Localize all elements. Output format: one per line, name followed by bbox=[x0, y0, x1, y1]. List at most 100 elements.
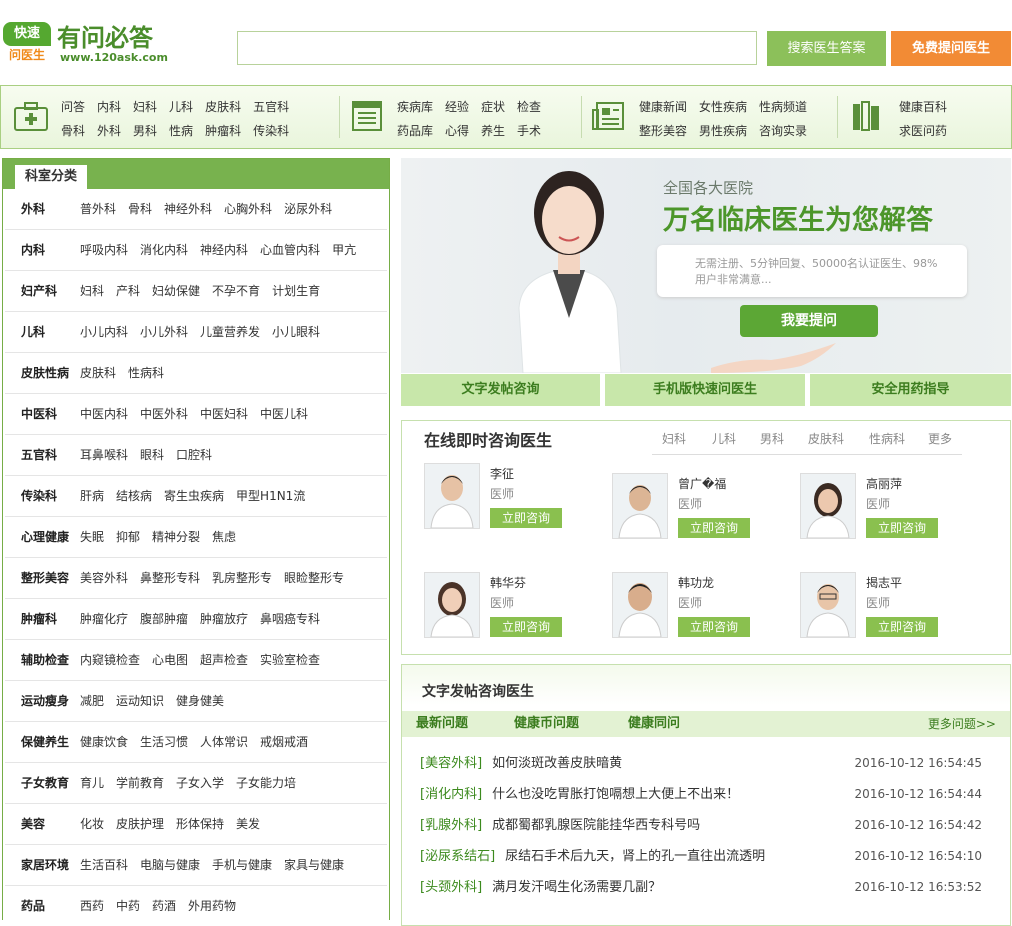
department-category[interactable]: 外科 bbox=[21, 189, 45, 229]
department-subcategory-link[interactable]: 化妆 bbox=[80, 817, 104, 831]
department-subcategory-link[interactable]: 失眠 bbox=[80, 530, 104, 544]
department-subcategory-link[interactable]: 实验室检查 bbox=[260, 653, 320, 667]
tab-coin-questions[interactable]: 健康币问题 bbox=[514, 711, 579, 737]
department-subcategory-link[interactable]: 儿童营养发 bbox=[200, 325, 260, 339]
department-subcategory-link[interactable]: 神经内科 bbox=[200, 243, 248, 257]
nav-link[interactable]: 男性疾病 bbox=[699, 121, 747, 145]
department-subcategory-link[interactable]: 心血管内科 bbox=[260, 243, 320, 257]
nav-link[interactable]: 症状 bbox=[481, 97, 505, 121]
department-subcategory-link[interactable]: 中医儿科 bbox=[260, 407, 308, 421]
ask-question-button[interactable]: 我要提问 bbox=[740, 305, 878, 337]
nav-link[interactable]: 养生 bbox=[481, 121, 505, 145]
department-subcategory-link[interactable]: 育儿 bbox=[80, 776, 104, 790]
department-subcategory-link[interactable]: 计划生育 bbox=[272, 284, 320, 298]
department-subcategory-link[interactable]: 中药 bbox=[116, 899, 140, 913]
department-category[interactable]: 妇产科 bbox=[21, 271, 57, 311]
nav-link[interactable]: 咨询实录 bbox=[759, 121, 807, 145]
department-subcategory-link[interactable]: 消化内科 bbox=[140, 243, 188, 257]
consult-now-button[interactable]: 立即咨询 bbox=[866, 617, 938, 637]
department-subcategory-link[interactable]: 减肥 bbox=[80, 694, 104, 708]
tab-gynecology[interactable]: 妇科 bbox=[662, 430, 686, 447]
nav-link[interactable]: 药品库 bbox=[397, 121, 433, 145]
department-subcategory-link[interactable]: 生活百科 bbox=[80, 858, 128, 872]
department-subcategory-link[interactable]: 眼科 bbox=[140, 448, 164, 462]
department-category[interactable]: 运动瘦身 bbox=[21, 681, 69, 721]
nav-link[interactable]: 手术 bbox=[517, 121, 541, 145]
question-title-link[interactable]: 满月发汗喝生化汤需要几副？ bbox=[492, 880, 661, 895]
consult-now-button[interactable]: 立即咨询 bbox=[490, 508, 562, 528]
nav-link[interactable]: 健康新闻 bbox=[639, 97, 687, 121]
department-subcategory-link[interactable]: 鼻整形专科 bbox=[140, 571, 200, 585]
consult-now-button[interactable]: 立即咨询 bbox=[678, 518, 750, 538]
consult-now-button[interactable]: 立即咨询 bbox=[866, 518, 938, 538]
nav-link[interactable]: 健康百科 bbox=[899, 97, 947, 121]
tab-latest-questions[interactable]: 最新问题 bbox=[416, 711, 468, 737]
question-title-link[interactable]: 尿结石手术后九天，肾上的孔一直往出流透明 bbox=[505, 849, 765, 864]
department-subcategory-link[interactable]: 肿瘤化疗 bbox=[80, 612, 128, 626]
department-subcategory-link[interactable]: 健康饮食 bbox=[80, 735, 128, 749]
doctor-photo[interactable] bbox=[424, 463, 480, 529]
department-subcategory-link[interactable]: 手机与健康 bbox=[212, 858, 272, 872]
department-category[interactable]: 药品 bbox=[21, 886, 45, 920]
department-subcategory-link[interactable]: 中医妇科 bbox=[200, 407, 248, 421]
department-subcategory-link[interactable]: 子女入学 bbox=[176, 776, 224, 790]
question-category-link[interactable]: [泌尿系结石] bbox=[420, 849, 495, 864]
department-subcategory-link[interactable]: 超声检查 bbox=[200, 653, 248, 667]
department-subcategory-link[interactable]: 子女能力培 bbox=[236, 776, 296, 790]
department-subcategory-link[interactable]: 生活习惯 bbox=[140, 735, 188, 749]
department-subcategory-link[interactable]: 中医外科 bbox=[140, 407, 188, 421]
department-subcategory-link[interactable]: 口腔科 bbox=[176, 448, 212, 462]
department-subcategory-link[interactable]: 寄生虫疾病 bbox=[164, 489, 224, 503]
more-questions-link[interactable]: 更多问题>> bbox=[928, 711, 996, 737]
department-subcategory-link[interactable]: 戒烟戒酒 bbox=[260, 735, 308, 749]
department-subcategory-link[interactable]: 健身健美 bbox=[176, 694, 224, 708]
department-subcategory-link[interactable]: 妇幼保健 bbox=[152, 284, 200, 298]
nav-link[interactable]: 内科 bbox=[97, 97, 121, 121]
question-title-link[interactable]: 什么也没吃胃胀打饱嗝想上大便上不出来！ bbox=[492, 787, 739, 802]
nav-link[interactable]: 检查 bbox=[517, 97, 541, 121]
question-category-link[interactable]: [头颈外科] bbox=[420, 880, 482, 895]
nav-link[interactable]: 妇科 bbox=[133, 97, 157, 121]
department-subcategory-link[interactable]: 美发 bbox=[236, 817, 260, 831]
tab-mobile-ask[interactable]: 手机版快速问医生 bbox=[605, 374, 805, 406]
department-subcategory-link[interactable]: 小儿内科 bbox=[80, 325, 128, 339]
consult-now-button[interactable]: 立即咨询 bbox=[678, 617, 750, 637]
nav-link[interactable]: 问答 bbox=[61, 97, 85, 121]
nav-link[interactable]: 男科 bbox=[133, 121, 157, 145]
question-category-link[interactable]: [美容外科] bbox=[420, 756, 482, 771]
department-category[interactable]: 保健养生 bbox=[21, 722, 69, 762]
department-subcategory-link[interactable]: 眼睑整形专 bbox=[284, 571, 344, 585]
search-input[interactable] bbox=[237, 31, 757, 65]
department-subcategory-link[interactable]: 结核病 bbox=[116, 489, 152, 503]
department-subcategory-link[interactable]: 泌尿外科 bbox=[284, 202, 332, 216]
department-subcategory-link[interactable]: 家具与健康 bbox=[284, 858, 344, 872]
question-category-link[interactable]: [乳腺外科] bbox=[420, 818, 482, 833]
nav-link[interactable]: 传染科 bbox=[253, 121, 289, 145]
department-subcategory-link[interactable]: 呼吸内科 bbox=[80, 243, 128, 257]
ask-doctor-button[interactable]: 免费提问医生 bbox=[891, 31, 1011, 66]
department-subcategory-link[interactable]: 小儿外科 bbox=[140, 325, 188, 339]
nav-link[interactable]: 女性疾病 bbox=[699, 97, 747, 121]
department-category[interactable]: 辅助检查 bbox=[21, 640, 69, 680]
department-category[interactable]: 整形美容 bbox=[21, 558, 69, 598]
question-category-link[interactable]: [消化内科] bbox=[420, 787, 482, 802]
question-title-link[interactable]: 如何淡斑改善皮肤暗黄 bbox=[492, 756, 622, 771]
department-subcategory-link[interactable]: 小儿眼科 bbox=[272, 325, 320, 339]
department-category[interactable]: 子女教育 bbox=[21, 763, 69, 803]
department-category[interactable]: 五官科 bbox=[21, 435, 57, 475]
department-subcategory-link[interactable]: 药酒 bbox=[152, 899, 176, 913]
department-subcategory-link[interactable]: 运动知识 bbox=[116, 694, 164, 708]
nav-link[interactable]: 整形美容 bbox=[639, 121, 687, 145]
department-subcategory-link[interactable]: 性病科 bbox=[128, 366, 164, 380]
question-title-link[interactable]: 成都蜀都乳腺医院能挂华西专科号吗 bbox=[492, 818, 700, 833]
department-subcategory-link[interactable]: 肿瘤放疗 bbox=[200, 612, 248, 626]
nav-link[interactable]: 肿瘤科 bbox=[205, 121, 241, 145]
department-subcategory-link[interactable]: 焦虑 bbox=[212, 530, 236, 544]
nav-link[interactable]: 皮肤科 bbox=[205, 97, 241, 121]
department-subcategory-link[interactable]: 心胸外科 bbox=[224, 202, 272, 216]
tab-more[interactable]: 更多 bbox=[928, 430, 952, 447]
nav-link[interactable]: 儿科 bbox=[169, 97, 193, 121]
search-button[interactable]: 搜索医生答案 bbox=[767, 31, 886, 66]
nav-link[interactable]: 外科 bbox=[97, 121, 121, 145]
department-category[interactable]: 中医科 bbox=[21, 394, 57, 434]
